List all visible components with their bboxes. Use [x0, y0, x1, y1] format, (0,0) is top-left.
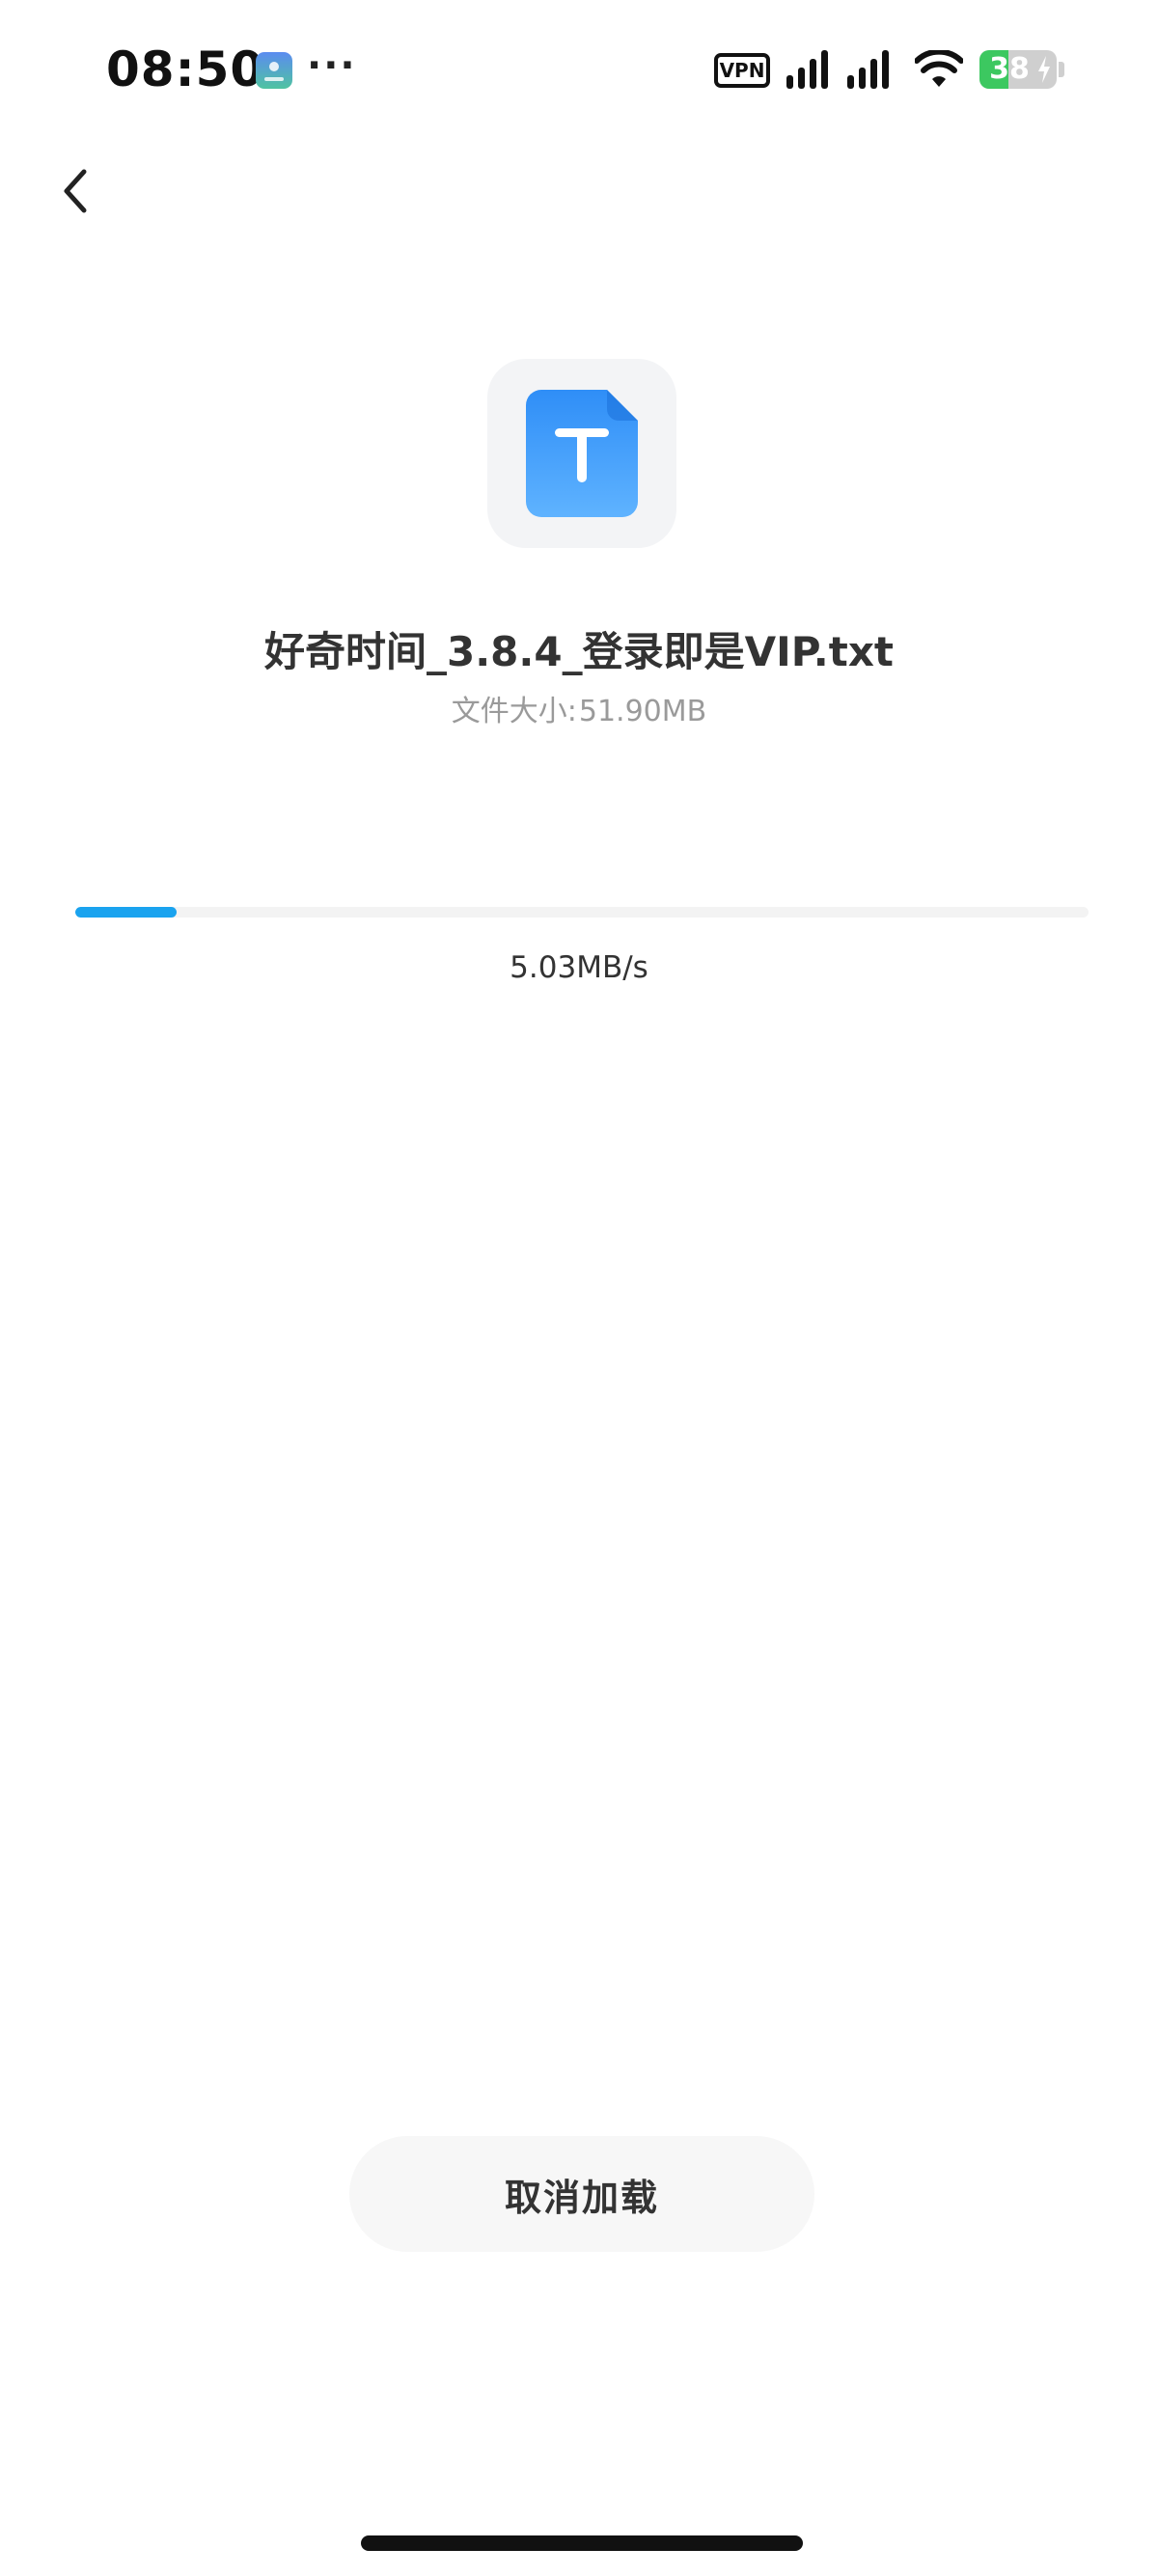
txt-file-icon: [526, 390, 638, 517]
chevron-left-icon: [64, 169, 87, 213]
download-progress-bar: [75, 907, 1089, 918]
vpn-badge: VPN: [714, 53, 770, 88]
wifi-icon: [915, 50, 963, 87]
battery-percent-text: 38: [989, 52, 1030, 86]
file-size-value: 51.90MB: [578, 695, 707, 728]
file-name: 好奇时间_3.8.4_登录即是VIP.txt: [264, 628, 894, 675]
battery-tip: [1059, 62, 1064, 77]
back-button[interactable]: [39, 154, 112, 228]
file-size-label: 文件大小:: [451, 695, 577, 728]
download-screen: 08:50 ··· VPN 38 好奇时间_3.8.4_登录即是VIP.txt …: [0, 0, 1158, 2576]
status-time: 08:50: [106, 41, 265, 97]
status-more-indicator: ···: [307, 43, 357, 88]
cancel-loading-button[interactable]: 取消加载: [349, 2136, 814, 2252]
file-size: 文件大小:51.90MB: [0, 689, 1158, 735]
home-indicator[interactable]: [361, 2535, 803, 2551]
download-progress-fill: [75, 907, 177, 918]
signal-icon: [786, 50, 828, 89]
app-notification-icon: [256, 52, 292, 89]
file-icon-tile: [487, 359, 676, 548]
download-speed: 5.03MB/s: [510, 950, 648, 985]
charging-bolt-icon: [1038, 56, 1050, 83]
signal-icon-secondary: [847, 50, 889, 89]
battery-indicator: 38: [979, 50, 1057, 89]
